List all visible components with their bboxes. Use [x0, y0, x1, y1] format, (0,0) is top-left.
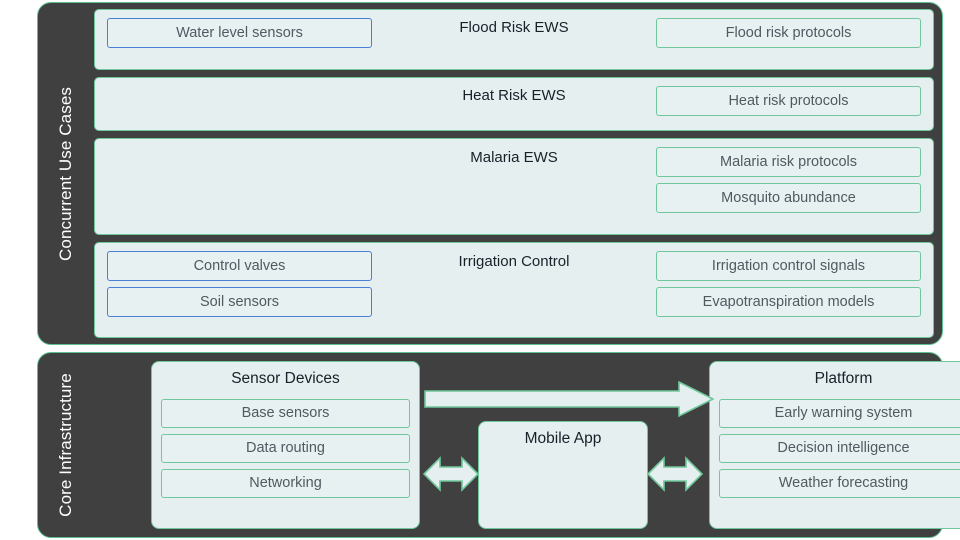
box-title: Platform: [814, 370, 873, 387]
chip-evapotranspiration-models[interactable]: Evapotranspiration models: [656, 286, 921, 317]
box-items: Base sensors Data routing Networking: [161, 399, 410, 498]
use-case-row-malaria[interactable]: Malaria EWS Malaria risk protocols Mosqu…: [94, 138, 934, 235]
chip-water-level-sensors[interactable]: Water level sensors: [107, 18, 372, 48]
chip-data-routing[interactable]: Data routing: [161, 434, 410, 463]
section-core-infrastructure: Core Infrastructure Sensor Devices Base …: [37, 352, 960, 538]
box-sensor-devices[interactable]: Sensor Devices Base sensors Data routing…: [151, 361, 420, 529]
mobile-to-platform-arrow-icon: [647, 456, 703, 492]
chip-base-sensors[interactable]: Base sensors: [161, 399, 410, 428]
use-case-right-items: Irrigation control signals Evapotranspir…: [656, 250, 921, 317]
chip-decision-intelligence[interactable]: Decision intelligence: [719, 434, 960, 463]
chip-control-valves[interactable]: Control valves: [107, 250, 372, 281]
use-case-rows: Flood Risk EWS Water level sensors Flood…: [94, 3, 942, 344]
use-case-right-items: Flood risk protocols: [656, 18, 921, 48]
use-case-right-items: Heat risk protocols: [656, 85, 921, 116]
chip-irrigation-control-signals[interactable]: Irrigation control signals: [656, 250, 921, 281]
chip-malaria-risk-protocols[interactable]: Malaria risk protocols: [656, 147, 921, 178]
section-label-text: Concurrent Use Cases: [56, 86, 75, 261]
section-label-text: Core Infrastructure: [56, 373, 75, 517]
chip-flood-risk-protocols[interactable]: Flood risk protocols: [656, 18, 921, 48]
chip-soil-sensors[interactable]: Soil sensors: [107, 286, 372, 317]
sensor-to-mobile-arrow-icon: [423, 456, 479, 492]
box-mobile-app[interactable]: Mobile App: [478, 421, 648, 529]
use-case-row-flood-risk[interactable]: Flood Risk EWS Water level sensors Flood…: [94, 9, 934, 70]
section-concurrent-use-cases: Concurrent Use Cases Flood Risk EWS Wate…: [37, 2, 943, 345]
use-case-left-items: Water level sensors: [107, 18, 372, 48]
diagram-canvas: Concurrent Use Cases Flood Risk EWS Wate…: [0, 0, 960, 540]
use-case-right-items: Malaria risk protocols Mosquito abundanc…: [656, 147, 921, 214]
chip-early-warning-system[interactable]: Early warning system: [719, 399, 960, 428]
use-case-row-heat-risk[interactable]: Heat Risk EWS Heat risk protocols: [94, 76, 934, 132]
section-label-core-infrastructure: Core Infrastructure: [38, 353, 94, 537]
chip-weather-forecasting[interactable]: Weather forecasting: [719, 469, 960, 498]
box-platform[interactable]: Platform Early warning system Decision i…: [709, 361, 960, 529]
chip-networking[interactable]: Networking: [161, 469, 410, 498]
sensor-to-platform-arrow-icon: [424, 381, 714, 417]
core-infrastructure-body: Sensor Devices Base sensors Data routing…: [94, 353, 960, 537]
box-title: Sensor Devices: [231, 370, 340, 387]
section-label-concurrent-use-cases: Concurrent Use Cases: [38, 3, 94, 344]
box-title: Mobile App: [524, 430, 602, 447]
use-case-row-irrigation-control[interactable]: Irrigation Control Control valves Soil s…: [94, 241, 934, 338]
chip-mosquito-abundance[interactable]: Mosquito abundance: [656, 183, 921, 214]
use-case-left-items: Control valves Soil sensors: [107, 250, 372, 317]
box-items: Early warning system Decision intelligen…: [719, 399, 960, 498]
chip-heat-risk-protocols[interactable]: Heat risk protocols: [656, 85, 921, 116]
